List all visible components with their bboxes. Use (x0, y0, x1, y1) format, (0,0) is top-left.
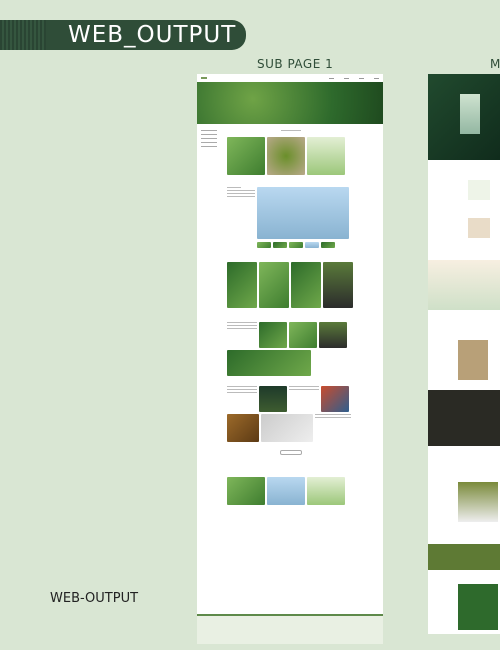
second-page-label: M (490, 57, 500, 71)
mock-product-hero (428, 74, 500, 160)
sub-page-1-mockup (197, 74, 383, 644)
web-output-title-tag: WEB_OUTPUT (0, 20, 246, 50)
main-page-mockup (428, 74, 500, 634)
tag-pattern (0, 20, 46, 50)
mock-logo (201, 77, 207, 79)
mock-footer (197, 614, 383, 644)
mock-sidebar (201, 130, 217, 150)
page-title: WEB_OUTPUT (68, 22, 237, 48)
mock-links (329, 77, 379, 79)
mock-nav (197, 74, 383, 82)
sub-page-label: SUB PAGE 1 (257, 57, 334, 71)
mock-hero-banner (197, 82, 383, 124)
bottom-label: WEB-OUTPUT (50, 591, 139, 606)
